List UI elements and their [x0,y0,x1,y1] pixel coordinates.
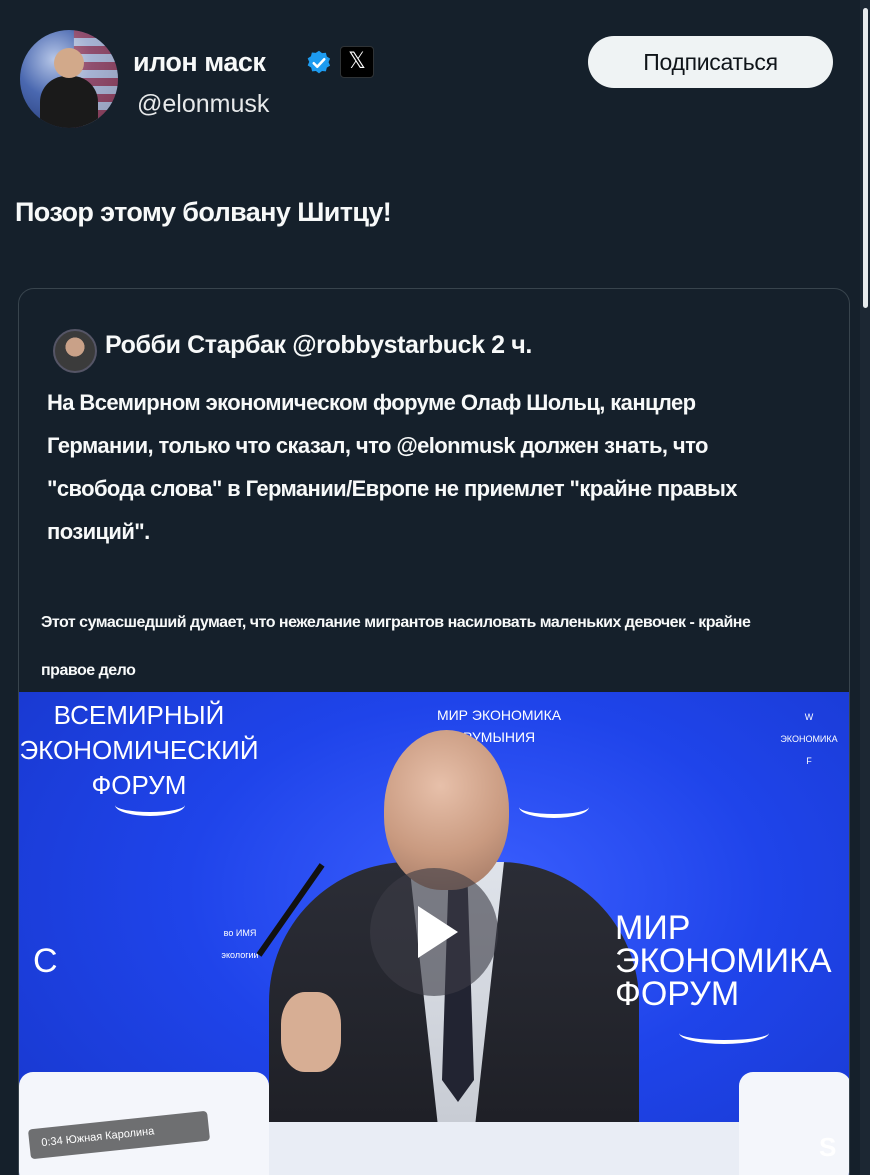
chair-seat [269,1122,739,1175]
backdrop-letter-left: C [33,942,58,980]
wef-logo-top-right: W ЭКОНОМИКА F [780,712,838,766]
play-button[interactable] [370,868,498,996]
play-icon [418,906,458,958]
wef-logo-top-left: ВСЕМИРНЫЙ ЭКОНОМИЧЕСКИЙ ФОРУМ [19,700,259,800]
x-logo-icon: 𝕏 [340,46,374,78]
scrollbar[interactable] [860,0,870,1175]
video-player[interactable]: ВСЕМИРНЫЙ ЭКОНОМИЧЕСКИЙ ФОРУМ МИР ЭКОНОМ… [19,692,849,1175]
verified-badge-icon [307,50,331,74]
tweet-text: Позор этому болвану Шитцу! [15,197,392,227]
backdrop-letter-right: S [819,1132,837,1162]
speaker-head [384,730,509,890]
author-avatar[interactable] [20,30,118,128]
follow-button[interactable]: Подписаться [588,36,833,88]
author-handle[interactable]: @elonmusk [137,90,269,119]
logo-swoosh [115,794,185,816]
logo-swoosh [679,1022,769,1044]
tweet-page: илон маск @elonmusk 𝕏 Подписаться Позор … [0,0,870,1175]
speaker-hand [281,992,341,1072]
quoted-tweet-caption: Этот сумасшедший думает, что нежелание м… [41,614,751,679]
wef-logo-right: МИР ЭКОНОМИКА ФОРУМ [615,909,832,1013]
quoted-tweet-header[interactable]: Робби Старбак @robbystarbuck 2 ч. [105,331,532,360]
scrollbar-thumb[interactable] [863,8,868,308]
quoted-tweet-card[interactable]: Робби Старбак @robbystarbuck 2 ч. На Все… [18,288,850,1175]
author-display-name[interactable]: илон маск [133,47,266,78]
quoted-tweet-text: На Всемирном экономическом форуме Олаф Ш… [47,390,738,544]
logo-swoosh [519,796,589,818]
quoted-author-avatar[interactable] [53,329,97,373]
